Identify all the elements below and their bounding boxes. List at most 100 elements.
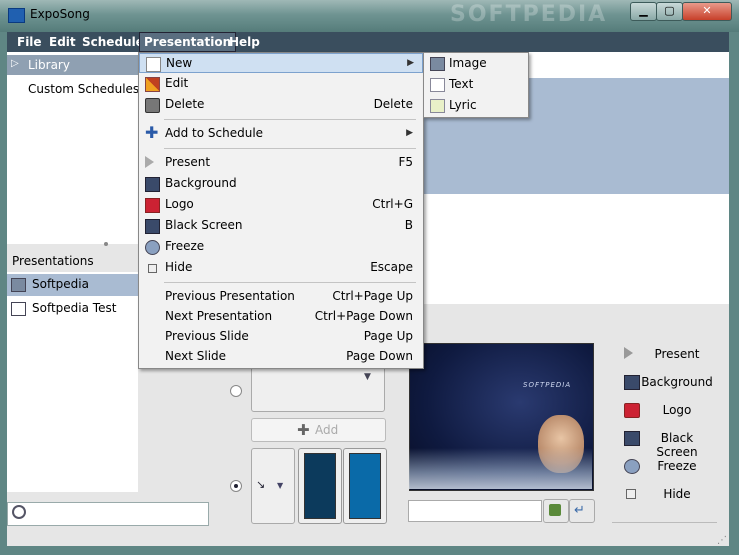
browse-image-button[interactable] xyxy=(543,499,569,523)
action-background[interactable]: Background xyxy=(612,372,729,396)
chevron-down-icon: ▼ xyxy=(277,481,284,490)
new-icon xyxy=(146,57,161,72)
menu-bar: File Edit Schedule Presentation Help xyxy=(7,32,729,52)
action-black-screen[interactable]: Black Screen xyxy=(612,428,729,459)
menu-item-add-to-schedule[interactable]: ✚ Add to Schedule ▶ xyxy=(139,124,421,144)
menu-item-hide[interactable]: Hide Escape xyxy=(139,258,421,278)
menu-item-label: New xyxy=(166,56,193,70)
presentation-icon xyxy=(11,278,26,292)
presentation-icon xyxy=(11,302,26,316)
logo-icon xyxy=(624,403,640,418)
black-screen-icon xyxy=(145,219,160,234)
library-header[interactable] xyxy=(7,55,138,75)
menu-edit[interactable]: Edit xyxy=(45,32,80,52)
lyric-icon xyxy=(430,99,445,113)
presentation-name: Softpedia Test xyxy=(32,301,117,315)
action-label: Logo xyxy=(662,403,692,417)
background-icon xyxy=(145,177,160,192)
menu-item-edit[interactable]: Edit xyxy=(139,74,421,94)
menu-item-label: Delete xyxy=(165,97,205,111)
maximize-button[interactable]: ▢ xyxy=(656,2,683,21)
menu-item-black-screen[interactable]: Black Screen B xyxy=(139,216,421,236)
window-title: ExpoSong xyxy=(30,7,90,21)
presentation-row[interactable]: Softpedia xyxy=(7,274,138,296)
submenu-item-image[interactable]: Image xyxy=(424,53,526,74)
close-button[interactable]: ✕ xyxy=(682,2,732,21)
menu-item-freeze[interactable]: Freeze xyxy=(139,237,421,257)
menu-item-label: Freeze xyxy=(165,239,205,253)
submenu-arrow-icon: ▶ xyxy=(406,128,413,138)
menu-item-shortcut: Ctrl+Page Up xyxy=(332,289,413,303)
chevron-down-icon[interactable]: ▼ xyxy=(364,372,371,382)
menu-file[interactable]: File xyxy=(13,32,46,52)
resize-grip-icon[interactable]: ⋰ xyxy=(717,535,727,546)
submenu-item-lyric[interactable]: Lyric xyxy=(424,95,526,116)
menu-item-new[interactable]: New ▶ xyxy=(139,53,423,73)
library-label: Library xyxy=(28,58,70,72)
splitter-handle[interactable] xyxy=(104,242,108,246)
submenu-arrow-icon: ▶ xyxy=(407,58,414,68)
preview-foam xyxy=(409,448,592,489)
menu-help[interactable]: Help xyxy=(225,32,264,52)
background-option-radio[interactable] xyxy=(230,385,242,397)
black-screen-icon xyxy=(624,431,640,446)
menu-item-label: Black Screen xyxy=(165,218,243,232)
search-input[interactable] xyxy=(7,502,209,526)
submenu-item-text[interactable]: Text xyxy=(424,74,526,95)
title-bar xyxy=(0,0,739,32)
image-icon xyxy=(549,504,561,516)
hide-icon xyxy=(148,264,157,273)
freeze-icon xyxy=(624,459,640,474)
menu-item-label: Next Presentation xyxy=(165,309,273,323)
menu-item-shortcut: Page Up xyxy=(363,329,413,343)
menu-item-label: Previous Slide xyxy=(165,329,249,343)
image-path-input[interactable] xyxy=(408,500,542,522)
presentation-row[interactable]: Softpedia Test xyxy=(7,298,138,320)
minimize-button[interactable]: ▁ xyxy=(630,2,657,21)
presentations-label: Presentations xyxy=(12,254,94,268)
presentation-name: Softpedia xyxy=(32,277,89,291)
menu-item-shortcut: F5 xyxy=(398,155,413,169)
menu-item-previous-presentation[interactable]: Previous Presentation Ctrl+Page Up xyxy=(139,287,421,307)
action-label: Hide xyxy=(663,487,691,501)
app-icon xyxy=(8,8,25,23)
menu-item-logo[interactable]: Logo Ctrl+G xyxy=(139,195,421,215)
action-label: Present xyxy=(654,347,700,361)
menu-item-shortcut: B xyxy=(404,218,413,232)
custom-schedules-item[interactable]: Custom Schedules xyxy=(28,82,139,96)
image-icon xyxy=(430,57,445,71)
action-hide[interactable]: Hide xyxy=(612,484,729,508)
menu-item-label: Add to Schedule xyxy=(165,126,264,140)
menu-item-next-slide[interactable]: Next Slide Page Down xyxy=(139,347,421,367)
present-icon xyxy=(624,347,633,359)
expand-arrow-icon[interactable]: ▷ xyxy=(11,58,19,69)
menu-item-present[interactable]: Present F5 xyxy=(139,153,421,173)
menu-item-label: Present xyxy=(165,155,211,169)
menu-item-shortcut: Page Down xyxy=(346,349,413,363)
gradient-option-radio[interactable] xyxy=(230,480,242,492)
menu-item-label: Logo xyxy=(165,197,194,211)
menu-item-shortcut: Escape xyxy=(370,260,413,274)
action-logo[interactable]: Logo xyxy=(612,400,729,424)
menu-item-next-presentation[interactable]: Next Presentation Ctrl+Page Down xyxy=(139,307,421,327)
action-freeze[interactable]: Freeze xyxy=(612,456,729,480)
delete-icon xyxy=(145,98,160,113)
slide-list xyxy=(420,194,729,304)
menu-item-label: Hide xyxy=(165,260,193,274)
menu-item-previous-slide[interactable]: Previous Slide Page Up xyxy=(139,327,421,347)
menu-item-shortcut: Delete xyxy=(373,97,413,111)
action-present[interactable]: Present xyxy=(612,344,729,368)
direction-arrow-icon: ↘ xyxy=(256,478,266,491)
submenu-item-label: Image xyxy=(449,56,487,70)
softpedia-watermark: SOFTPEDIA xyxy=(450,2,608,27)
menu-item-label: Previous Presentation xyxy=(165,289,295,303)
menu-separator xyxy=(164,148,416,149)
submenu-item-label: Lyric xyxy=(449,98,477,112)
menu-item-background[interactable]: Background xyxy=(139,174,421,194)
menu-item-delete[interactable]: Delete Delete xyxy=(139,95,421,115)
apply-button[interactable]: ↵ xyxy=(569,499,595,523)
menu-presentation[interactable]: Presentation xyxy=(139,32,237,52)
menu-item-label: Next Slide xyxy=(165,349,227,363)
menu-schedule[interactable]: Schedule xyxy=(78,32,148,52)
library-panel xyxy=(7,52,138,244)
